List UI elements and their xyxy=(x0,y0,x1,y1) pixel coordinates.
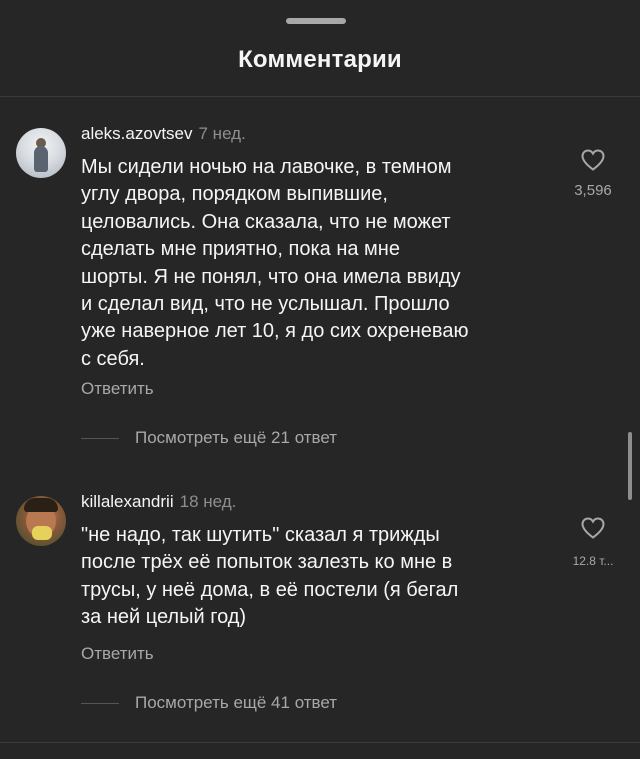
heart-outline-icon[interactable] xyxy=(580,516,606,540)
view-replies-line xyxy=(81,437,119,439)
comment-time: 7 нед. xyxy=(198,124,246,143)
like-count: 12.8 т... xyxy=(572,554,614,568)
avatar[interactable] xyxy=(16,128,66,178)
like-control: 3,596 xyxy=(560,148,626,199)
heart-outline-icon[interactable] xyxy=(580,148,606,172)
reply-button[interactable]: Ответить xyxy=(81,379,154,399)
like-count: 3,596 xyxy=(574,182,612,199)
sheet-drag-handle[interactable] xyxy=(286,18,346,24)
reply-button[interactable]: Ответить xyxy=(81,644,154,664)
comment-text: "не надо, так шутить" сказал я трижды по… xyxy=(81,524,459,629)
like-control: 12.8 т... xyxy=(560,516,626,568)
sheet-title: Комментарии xyxy=(238,46,402,73)
avatar-hair xyxy=(24,498,58,512)
view-replies-button[interactable]: Посмотреть ещё 41 ответ xyxy=(81,693,337,713)
scrollbar[interactable] xyxy=(628,432,632,500)
comment-time: 18 нед. xyxy=(179,492,237,511)
view-replies-label: Посмотреть ещё 41 ответ xyxy=(135,693,338,712)
view-replies-line xyxy=(81,702,119,704)
comment-meta: aleks.azovtsev 7 нед. xyxy=(81,124,246,144)
avatar[interactable] xyxy=(16,496,66,546)
comment-username[interactable]: killalexandrii xyxy=(81,492,174,511)
comment-text: Мы сидели ночью на лавочке, в темном угл… xyxy=(81,156,469,370)
view-replies-label: Посмотреть ещё 21 ответ xyxy=(135,428,338,447)
view-replies-button[interactable]: Посмотреть ещё 21 ответ xyxy=(81,428,337,448)
avatar-figure-body xyxy=(34,146,48,172)
bottom-divider xyxy=(0,742,640,743)
header-divider xyxy=(0,96,640,97)
avatar-object xyxy=(32,526,52,540)
comment-meta: killalexandrii 18 нед. xyxy=(81,492,236,512)
comment-username[interactable]: aleks.azovtsev xyxy=(81,124,193,143)
